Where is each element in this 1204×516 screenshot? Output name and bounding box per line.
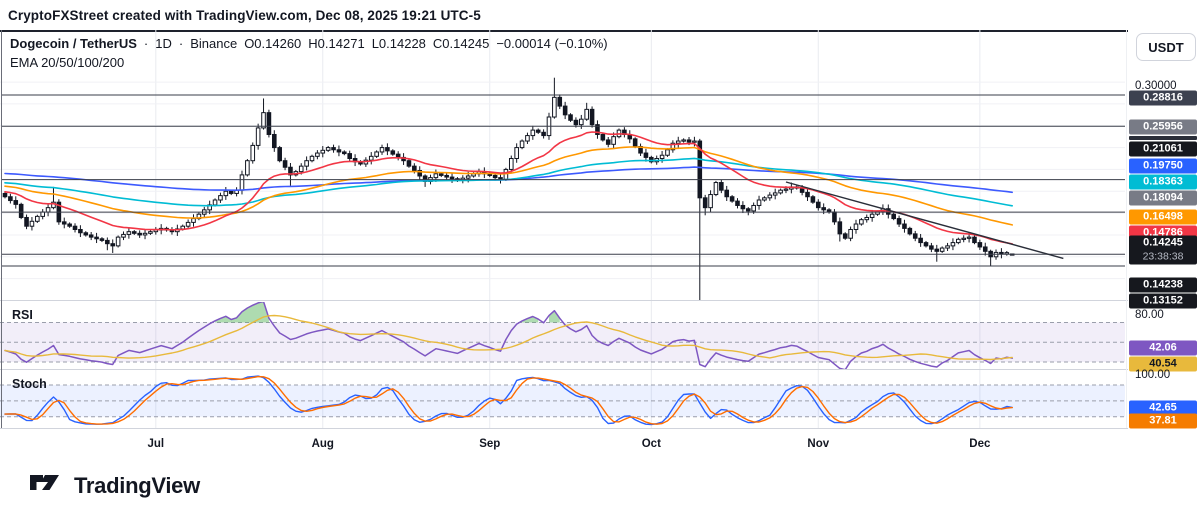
- price-scale[interactable]: 0.300000.288160.259560.210610.197500.183…: [1128, 30, 1204, 455]
- price-label-clipped: [1129, 136, 1197, 140]
- legend-separator: ·: [144, 36, 148, 51]
- symbol-name: Dogecoin / TetherUS: [10, 36, 137, 51]
- open-value: O0.14260: [244, 36, 301, 51]
- price-label-0.28816: 0.28816: [1129, 91, 1197, 106]
- price-label-0.14245: 0.1424523:38:38: [1129, 236, 1197, 265]
- low-value: L0.14228: [372, 36, 426, 51]
- chart-legend: Dogecoin / TetherUS · 1D · Binance O0.14…: [10, 36, 608, 70]
- candles-layer: [3, 78, 1014, 300]
- stoch-label-100.00: 100.00: [1135, 369, 1170, 381]
- exchange-label: Binance: [190, 36, 237, 51]
- interval-label: 1D: [155, 36, 172, 51]
- tradingview-chart-page: CryptoFXStreet created with TradingView.…: [0, 0, 1204, 516]
- price-label-0.13152: 0.13152: [1129, 294, 1197, 309]
- stoch-label-37.81: 37.81: [1129, 414, 1197, 429]
- countdown-timer: 23:38:38: [1129, 251, 1197, 264]
- rsi-label-42.06: 42.06: [1129, 341, 1197, 356]
- price-label-0.19750: 0.19750: [1129, 159, 1197, 174]
- price-label-0.16498: 0.16498: [1129, 210, 1197, 225]
- tradingview-logo-icon: [30, 474, 64, 498]
- descending-trendline: [786, 182, 1063, 258]
- price-label-0.18094: 0.18094: [1129, 191, 1197, 206]
- stoch-pane-label[interactable]: Stoch: [12, 377, 47, 391]
- currency-toggle-button[interactable]: USDT: [1136, 33, 1196, 61]
- price-label-0.18363: 0.18363: [1129, 175, 1197, 190]
- ema-legend-label: EMA 20/50/100/200: [10, 55, 124, 70]
- rsi-pane-label[interactable]: RSI: [12, 308, 33, 322]
- indicator-legend-row[interactable]: EMA 20/50/100/200: [10, 55, 608, 70]
- high-value: H0.14271: [308, 36, 364, 51]
- price-label-0.21061: 0.21061: [1129, 142, 1197, 157]
- price-label-0.14238: 0.14238: [1129, 278, 1197, 293]
- change-value: −0.00014 (−0.10%): [496, 36, 607, 51]
- legend-separator: ·: [179, 36, 183, 51]
- close-value: C0.14245: [433, 36, 489, 51]
- symbol-legend-row[interactable]: Dogecoin / TetherUS · 1D · Binance O0.14…: [10, 36, 608, 51]
- tradingview-logo-text: TradingView: [74, 473, 200, 499]
- rsi-label-80.00: 80.00: [1135, 309, 1164, 321]
- price-label-0.25956: 0.25956: [1129, 120, 1197, 135]
- tradingview-logo[interactable]: TradingView: [30, 473, 200, 499]
